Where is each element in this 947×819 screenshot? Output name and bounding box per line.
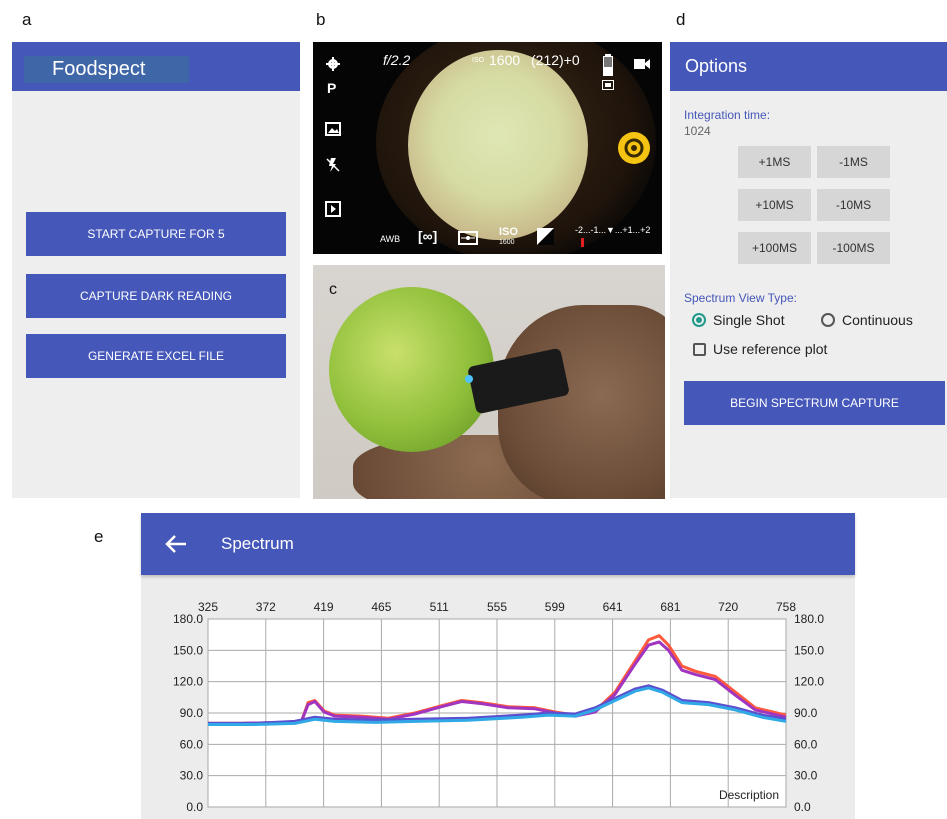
exposure-marker	[581, 238, 584, 247]
page-title: Options	[685, 56, 748, 76]
exposure-icon[interactable]	[537, 228, 554, 245]
plus-10ms-button[interactable]: +10MS	[738, 189, 811, 221]
capture-dark-reading-button[interactable]: CAPTURE DARK READING	[26, 274, 286, 318]
y-tick-label-right: 180.0	[794, 612, 824, 626]
play-icon[interactable]	[325, 201, 341, 217]
panel-label-b: b	[316, 10, 326, 29]
panel-label-d: d	[676, 10, 686, 29]
single-shot-label[interactable]: Single Shot	[713, 312, 785, 328]
aperture-icon	[624, 138, 644, 158]
program-mode[interactable]: P	[327, 80, 336, 96]
flash-off-icon[interactable]	[325, 157, 341, 173]
app-bar: Spectrum	[141, 513, 855, 575]
plus-1ms-button[interactable]: +1MS	[738, 146, 811, 178]
app-title: Foodspect	[24, 56, 189, 83]
y-tick-label-right: 90.0	[794, 706, 818, 720]
page-title: Spectrum	[221, 534, 294, 553]
battery-icon	[603, 54, 613, 76]
single-shot-radio[interactable]	[692, 313, 706, 327]
x-tick-label: 641	[603, 600, 623, 614]
iso-bottom-label[interactable]: ISO	[499, 226, 518, 238]
foodspect-main-screen: Foodspect START CAPTURE FOR 5 CAPTURE DA…	[12, 42, 300, 498]
panel-label-a: a	[22, 10, 32, 29]
x-tick-label: 555	[487, 600, 507, 614]
begin-spectrum-capture-button[interactable]: BEGIN SPECTRUM CAPTURE	[684, 381, 945, 425]
panel-label-c: c	[329, 281, 337, 298]
iso-value: 1600	[489, 52, 521, 68]
x-tick-label: 511	[430, 600, 449, 614]
app-bar: Options	[670, 42, 947, 91]
aperture-value: f/2.2	[383, 52, 411, 68]
x-tick-label: 372	[256, 600, 276, 614]
iso-bottom-value: 1600	[499, 239, 515, 246]
x-tick-label: 681	[660, 600, 680, 614]
minus-1ms-button[interactable]: -1MS	[817, 146, 890, 178]
video-camera-icon[interactable]	[634, 58, 650, 70]
shutter-button[interactable]	[618, 132, 650, 164]
card-icon	[602, 80, 614, 90]
x-tick-label: 599	[545, 600, 565, 614]
y-tick-label-left: 0.0	[186, 800, 203, 814]
awb-label[interactable]: AWB	[380, 234, 400, 244]
exposure-scale[interactable]: -2...-1...▼...+1...+2	[575, 225, 650, 235]
generate-excel-button[interactable]: GENERATE EXCEL FILE	[26, 334, 286, 378]
x-tick-label: 465	[371, 600, 391, 614]
continuous-label[interactable]: Continuous	[842, 312, 913, 328]
y-tick-label-left: 90.0	[180, 706, 204, 720]
y-tick-label-left: 180.0	[173, 612, 203, 626]
y-tick-label-left: 120.0	[173, 675, 203, 689]
use-reference-label[interactable]: Use reference plot	[713, 341, 827, 357]
use-reference-checkbox[interactable]	[693, 343, 706, 356]
x-tick-label: 720	[718, 600, 738, 614]
shots-remaining: (212)+0	[531, 52, 580, 68]
y-tick-label-right: 30.0	[794, 769, 818, 783]
y-tick-label-left: 150.0	[173, 643, 203, 657]
options-screen: Options Integration time: 1024 +1MS -1MS…	[670, 42, 947, 498]
gear-icon[interactable]	[325, 56, 341, 72]
spectrum-chart: 325 372 419 465 511 555 599 641 681 720 758180.0 18…	[173, 600, 824, 814]
start-capture-button[interactable]: START CAPTURE FOR 5	[26, 212, 286, 256]
x-tick-label: 419	[314, 600, 334, 614]
arrow-left-icon[interactable]	[165, 534, 187, 554]
legend-description: Description	[719, 788, 779, 802]
y-tick-label-right: 120.0	[794, 675, 824, 689]
panel-label-e: e	[94, 527, 104, 546]
spectrum-view-type-label: Spectrum View Type:	[684, 291, 797, 305]
y-tick-label-left: 60.0	[180, 737, 204, 751]
camera-view: P f/2.2 ISO 1600 (212)+0 AWB [∞] ISO 160…	[313, 42, 662, 254]
metering-icon[interactable]	[458, 231, 478, 245]
led-light	[465, 375, 473, 383]
apple-closeup-image	[408, 50, 588, 240]
plus-100ms-button[interactable]: +100MS	[738, 232, 811, 264]
y-tick-label-right: 150.0	[794, 643, 824, 657]
app-bar: Foodspect	[12, 42, 300, 91]
minus-100ms-button[interactable]: -100MS	[817, 232, 890, 264]
integration-time-label: Integration time:	[684, 108, 771, 122]
y-tick-label-left: 30.0	[180, 769, 204, 783]
apple-scanning-photo: c	[313, 265, 665, 499]
gallery-icon[interactable]	[325, 122, 341, 136]
minus-10ms-button[interactable]: -10MS	[817, 189, 890, 221]
continuous-radio[interactable]	[821, 313, 835, 327]
y-tick-label-right: 60.0	[794, 737, 818, 751]
integration-time-value: 1024	[684, 124, 711, 138]
spectrum-screen: Spectrum 325 372 419 465 511 555 599 641 681 720 7…	[141, 513, 855, 819]
y-tick-label-right: 0.0	[794, 800, 811, 814]
iso-label: ISO	[472, 57, 485, 64]
focus-infinity[interactable]: [∞]	[418, 228, 437, 244]
